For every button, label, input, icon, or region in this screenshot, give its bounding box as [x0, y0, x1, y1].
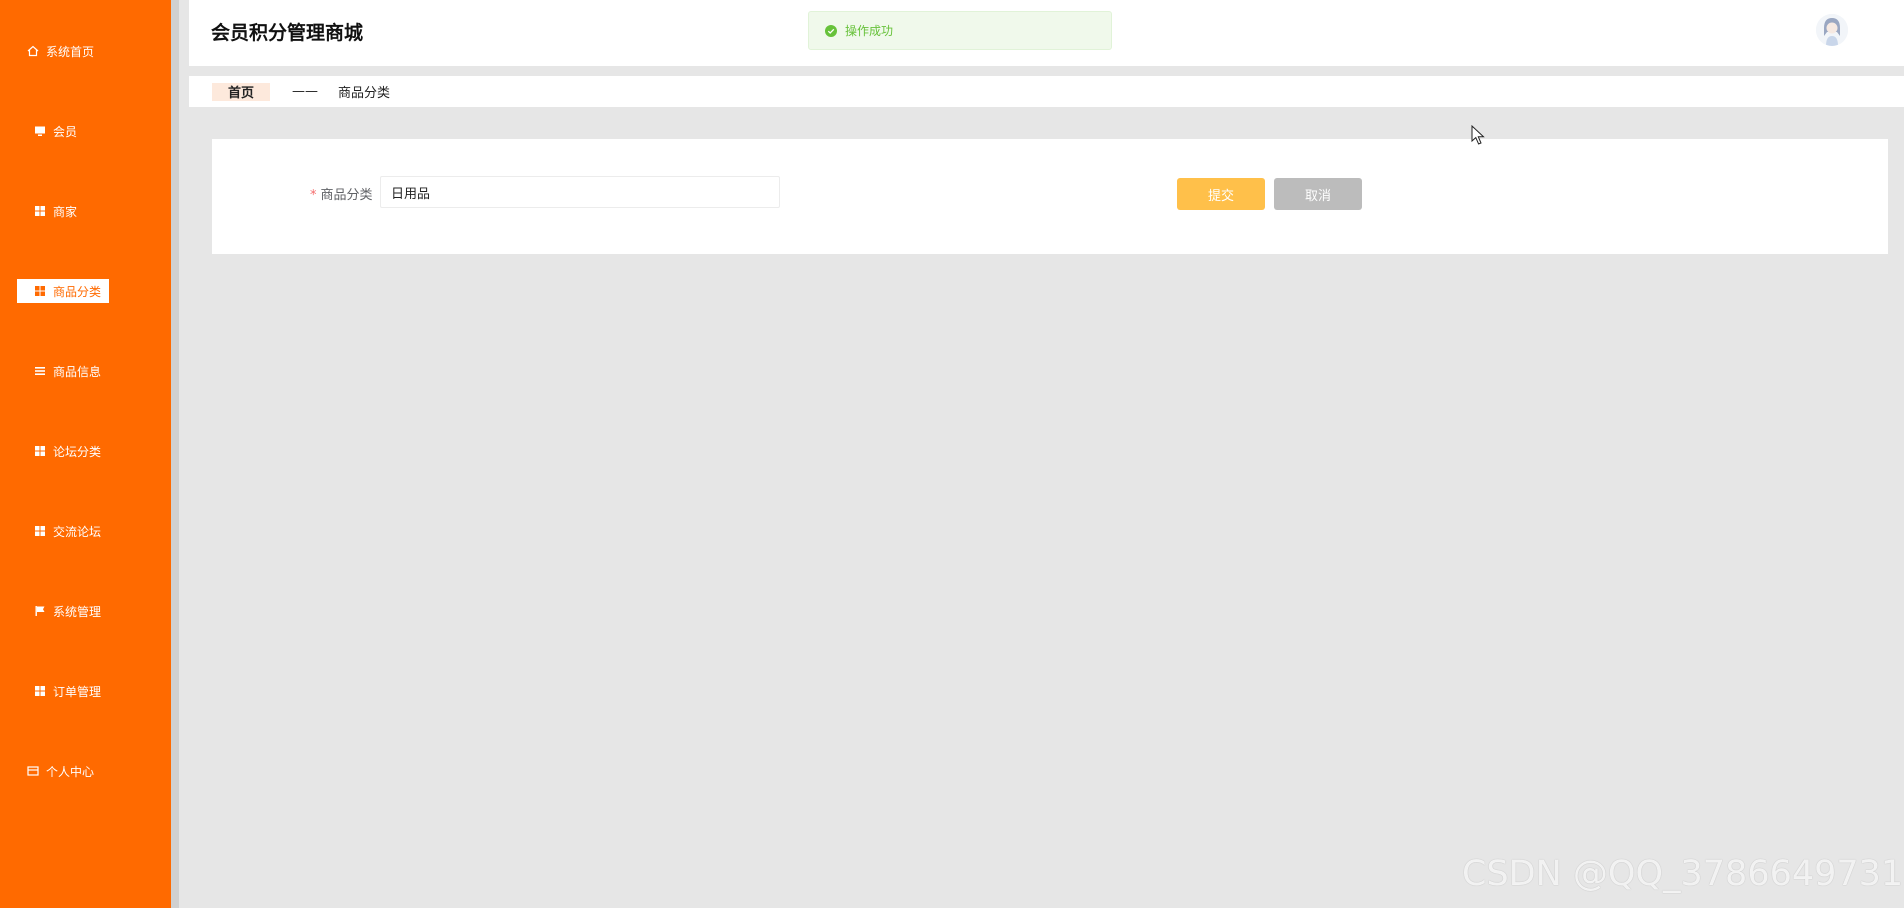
sidebar-item-label: 商品信息 — [53, 364, 102, 379]
sidebar-item-forum-category[interactable]: 论坛分类 — [0, 436, 171, 466]
success-toast: 操作成功 — [808, 11, 1112, 50]
breadcrumb: 首页 —— 商品分类 — [189, 76, 1904, 107]
category-form-card: * 商品分类 日用品 提交 取消 — [212, 139, 1888, 254]
sidebar-item-label: 系统首页 — [46, 44, 95, 59]
sidebar-item-profile[interactable]: 个人中心 — [0, 756, 171, 786]
cancel-button[interactable]: 取消 — [1274, 178, 1362, 210]
sidebar-item-label: 商品分类 — [53, 284, 102, 299]
breadcrumb-separator: —— — [292, 84, 318, 99]
breadcrumb-current: 商品分类 — [338, 86, 391, 101]
card-icon — [26, 764, 40, 778]
required-asterisk: * — [310, 188, 317, 203]
sidebar-item-label: 订单管理 — [53, 684, 102, 699]
sidebar-item-member[interactable]: 会员 — [0, 116, 171, 146]
sidebar-item-product-info[interactable]: 商品信息 — [0, 356, 171, 386]
submit-button[interactable]: 提交 — [1177, 178, 1265, 210]
avatar[interactable] — [1816, 14, 1848, 46]
sidebar-item-label: 交流论坛 — [53, 524, 102, 539]
category-input[interactable]: 日用品 — [380, 176, 780, 208]
toast-message: 操作成功 — [845, 24, 894, 38]
grid-icon — [33, 684, 47, 698]
sidebar-divider — [171, 0, 179, 908]
category-field-label-text: 商品分类 — [320, 188, 373, 203]
sidebar-item-forum[interactable]: 交流论坛 — [0, 516, 171, 546]
home-icon — [26, 44, 40, 58]
sidebar-item-label: 个人中心 — [46, 764, 95, 779]
top-header: 会员积分管理商城 操作成功 — [189, 0, 1904, 66]
check-circle-icon — [825, 24, 837, 37]
sidebar-item-home[interactable]: 系统首页 — [0, 36, 171, 66]
sidebar-item-system[interactable]: 系统管理 — [0, 596, 171, 626]
watermark: CSDN @QQ_3786649731 — [1462, 854, 1904, 894]
sidebar-item-label: 论坛分类 — [53, 444, 102, 459]
grid-icon — [33, 444, 47, 458]
monitor-icon — [33, 124, 47, 138]
sidebar-item-orders[interactable]: 订单管理 — [0, 676, 171, 706]
flag-icon — [33, 604, 47, 618]
grid-icon — [33, 524, 47, 538]
sidebar-item-merchant[interactable]: 商家 — [0, 196, 171, 226]
category-field-label: * 商品分类 — [310, 184, 373, 203]
sidebar-item-label: 商家 — [53, 204, 78, 219]
sidebar-item-product-category[interactable]: 商品分类 — [0, 276, 171, 306]
sidebar: 系统首页 会员 商家 商品分类 商品信息 论坛分类 交流论坛 系统管理 订单管理… — [0, 0, 171, 908]
grid-icon — [33, 284, 47, 298]
grid-icon — [33, 204, 47, 218]
list-icon — [33, 364, 47, 378]
mouse-cursor-icon — [1471, 125, 1485, 145]
avatar-image — [1816, 14, 1848, 46]
sidebar-item-label: 系统管理 — [53, 604, 102, 619]
sidebar-item-label: 会员 — [53, 124, 78, 139]
app-title: 会员积分管理商城 — [211, 22, 364, 44]
breadcrumb-home[interactable]: 首页 — [212, 82, 270, 101]
